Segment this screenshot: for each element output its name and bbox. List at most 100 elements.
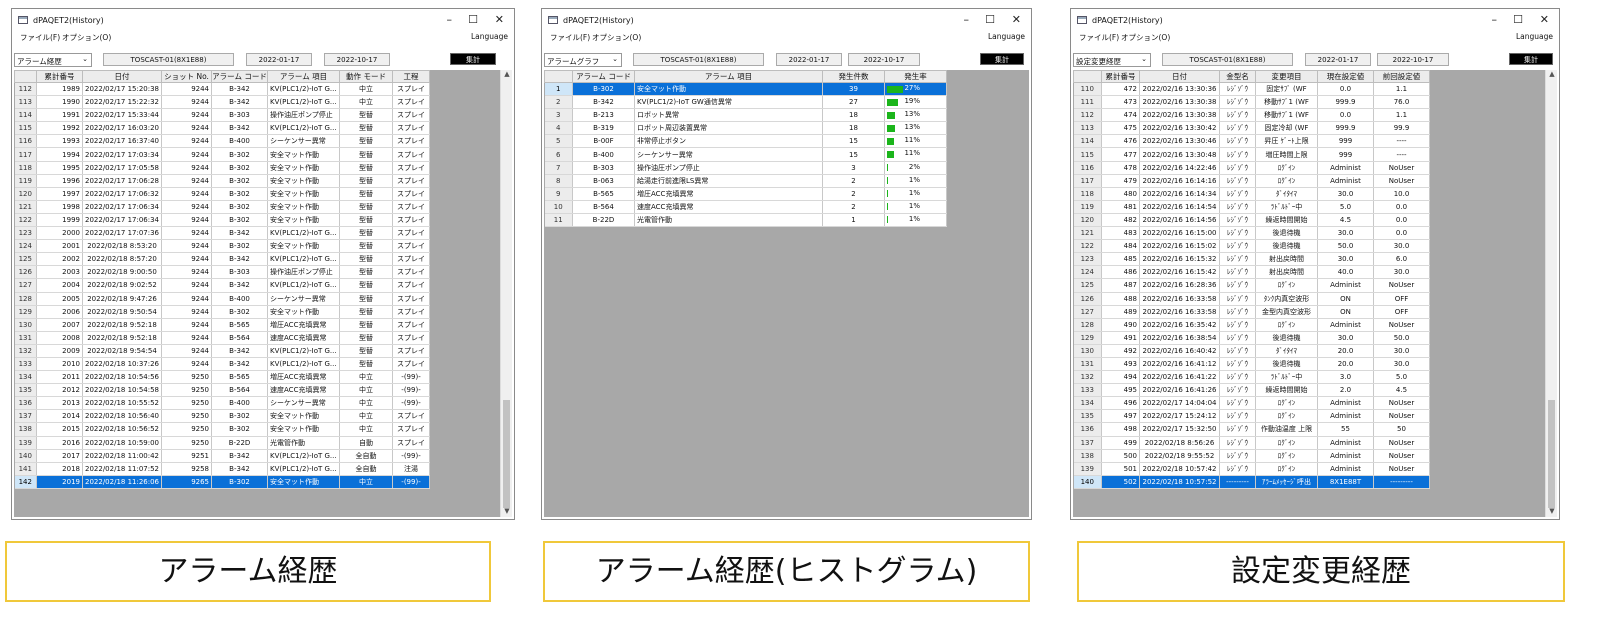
table-row[interactable]: 137 2014 2022/02/18 10:56:40 9250 B-302 安全マット… bbox=[14, 409, 431, 424]
column-header[interactable]: ショット No. bbox=[161, 70, 213, 83]
table-row[interactable]: 133 495 2022/02/16 16:41:26 ﾚｼﾞｿﾞｳ 繰返時間開始 2.0… bbox=[1073, 383, 1430, 398]
column-header[interactable]: 工程 bbox=[392, 70, 431, 83]
table-row[interactable]: 111 473 2022/02/16 13:30:38 ﾚｼﾞｿﾞｳ 移動ｻﾌﾞ1 (W… bbox=[1073, 95, 1430, 110]
table-row[interactable]: 118 480 2022/02/16 16:14:34 ﾚｼﾞｿﾞｳ ﾀﾞｲﾀｲﾏ 30.… bbox=[1073, 187, 1430, 201]
column-header[interactable]: 動作 モード bbox=[339, 70, 394, 83]
table-row[interactable]: 123 485 2022/02/16 16:15:32 ﾚｼﾞｿﾞｳ 射出戻時間 30.0… bbox=[1073, 252, 1430, 267]
column-header[interactable]: 前回設定値 bbox=[1373, 70, 1430, 83]
table-row[interactable]: 3 B-213 ロボット異常 18 13% bbox=[544, 108, 947, 123]
table-row[interactable]: 112 1989 2022/02/17 15:20:38 9244 B-342 KV(PL… bbox=[14, 82, 431, 97]
column-header[interactable]: 発生率 bbox=[884, 70, 947, 83]
maximize-button[interactable]: ☐ bbox=[985, 13, 995, 26]
table-row[interactable]: 113 475 2022/02/16 13:30:42 ﾚｼﾞｿﾞｳ 固定冷却 (WF 9… bbox=[1073, 121, 1430, 136]
table-row[interactable]: 8 B-063 給湯走行前進限LS異常 2 1% bbox=[544, 174, 947, 188]
table-row[interactable]: 134 2011 2022/02/18 10:54:56 9250 B-565 増圧ACC… bbox=[14, 370, 431, 385]
table-row[interactable]: 117 1994 2022/02/17 17:03:34 9244 B-302 安全マット… bbox=[14, 147, 431, 162]
date-to-field[interactable]: 2022-10-17 bbox=[324, 53, 390, 66]
vertical-scrollbar[interactable]: ▲ ▼ bbox=[500, 70, 512, 517]
table-row[interactable]: 129 2006 2022/02/18 9:50:54 9244 B-302 安全マット作… bbox=[14, 305, 431, 319]
table-row[interactable]: 142 2019 2022/02/18 11:26:06 9265 B-302 安全マット… bbox=[14, 475, 431, 489]
table-row[interactable]: 113 1990 2022/02/17 15:22:32 9244 B-342 KV(PL… bbox=[14, 95, 431, 110]
table-row[interactable]: 115 477 2022/02/16 13:30:48 ﾚｼﾞｿﾞｳ 増圧時間上限 999… bbox=[1073, 147, 1430, 162]
table-row[interactable]: 138 500 2022/02/18 9:55:52 ﾚｼﾞｿﾞｳ ﾛｸﾞｲﾝ Admin… bbox=[1073, 449, 1430, 463]
minimize-button[interactable]: – bbox=[447, 13, 453, 26]
table-row[interactable]: 139 2016 2022/02/18 10:59:00 9250 B-22D 光電管作動… bbox=[14, 436, 431, 450]
date-from-field[interactable]: 2022-01-17 bbox=[246, 53, 312, 66]
column-header[interactable]: 累計番号 bbox=[1101, 70, 1140, 83]
date-from-field[interactable]: 2022-01-17 bbox=[1305, 53, 1371, 66]
column-header[interactable]: 日付 bbox=[81, 70, 163, 83]
table-row[interactable]: 125 2002 2022/02/18 8:57:20 9244 B-342 KV(PLC… bbox=[14, 252, 431, 267]
table-row[interactable]: 120 1997 2022/02/17 17:06:32 9244 B-302 安全マット… bbox=[14, 187, 431, 201]
machine-field[interactable]: TOSCAST-01(8X1E88) bbox=[1162, 53, 1293, 66]
table-row[interactable]: 2 B-342 KV(PLC1/2)-IoT GW通信異常 27 19% bbox=[544, 95, 947, 110]
table-row[interactable]: 133 2010 2022/02/18 10:37:26 9244 B-342 KV(PL… bbox=[14, 357, 431, 372]
table-row[interactable]: 7 B-303 操作油圧ポンプ停止 3 2% bbox=[544, 161, 947, 175]
column-header[interactable]: アラーム コード bbox=[211, 70, 269, 83]
column-header[interactable]: 金型名 bbox=[1219, 70, 1256, 83]
scroll-thumb[interactable] bbox=[1548, 400, 1555, 508]
table-row[interactable]: 125 487 2022/02/16 16:28:36 ﾚｼﾞｿﾞｳ ﾛｸﾞｲﾝ Admi… bbox=[1073, 278, 1430, 293]
table-row[interactable]: 129 491 2022/02/16 16:38:54 ﾚｼﾞｿﾞｳ 後退待機 30.0 5… bbox=[1073, 331, 1430, 345]
column-header[interactable]: 日付 bbox=[1139, 70, 1220, 83]
table-row[interactable]: 110 472 2022/02/16 13:30:36 ﾚｼﾞｿﾞｳ 固定ｻﾌﾞ (WF… bbox=[1073, 82, 1430, 97]
column-header[interactable]: アラーム 項目 bbox=[267, 70, 341, 83]
table-row[interactable]: 119 481 2022/02/16 16:14:54 ﾚｼﾞｿﾞｳ ﾗﾄﾞﾙﾄﾞｰ中 5… bbox=[1073, 200, 1430, 214]
table-row[interactable]: 11 B-22D 光電管作動 1 1% bbox=[544, 213, 947, 228]
table-row[interactable]: 117 479 2022/02/16 16:14:16 ﾚｼﾞｿﾞｳ ﾛｸﾞｲﾝ Admi… bbox=[1073, 174, 1430, 188]
table-row[interactable]: 140 2017 2022/02/18 11:00:42 9251 B-342 KV(PL… bbox=[14, 449, 431, 463]
table-row[interactable]: 1 B-302 安全マット作動 39 27% bbox=[544, 82, 947, 97]
close-button[interactable]: ✕ bbox=[1012, 13, 1021, 26]
menu-file[interactable]: ファイル(F) bbox=[20, 32, 60, 43]
view-select[interactable]: アラーム経歴 ⌄ bbox=[14, 53, 92, 67]
table-row[interactable]: 121 483 2022/02/16 16:15:00 ﾚｼﾞｿﾞｳ 後退待機 30.0 0… bbox=[1073, 226, 1430, 241]
table-row[interactable]: 127 2004 2022/02/18 9:02:52 9244 B-342 KV(PLC… bbox=[14, 278, 431, 293]
table-row[interactable]: 122 484 2022/02/16 16:15:02 ﾚｼﾞｿﾞｳ 後退待機 50.0 3… bbox=[1073, 239, 1430, 254]
table-row[interactable]: 5 B-00F 非常停止ボタン 15 11% bbox=[544, 134, 947, 149]
scroll-up-icon[interactable]: ▲ bbox=[501, 70, 513, 80]
date-to-field[interactable]: 2022-10-17 bbox=[1377, 53, 1449, 66]
table-row[interactable]: 9 B-565 増圧ACC充填異常 2 1% bbox=[544, 187, 947, 201]
date-from-field[interactable]: 2022-01-17 bbox=[776, 53, 842, 66]
table-row[interactable]: 116 1993 2022/02/17 16:37:40 9244 B-400 シーケンサ… bbox=[14, 134, 431, 149]
table-row[interactable]: 124 2001 2022/02/18 8:53:20 9244 B-302 安全マット作… bbox=[14, 239, 431, 254]
view-select[interactable]: 設定変更経歴 ⌄ bbox=[1073, 53, 1151, 67]
column-header[interactable]: アラーム 項目 bbox=[634, 70, 823, 83]
view-select[interactable]: アラームグラフ ⌄ bbox=[544, 53, 622, 67]
minimize-button[interactable]: – bbox=[964, 13, 970, 26]
date-to-field[interactable]: 2022-10-17 bbox=[848, 53, 920, 66]
table-row[interactable]: 135 2012 2022/02/18 10:54:58 9250 B-564 速度ACC… bbox=[14, 383, 431, 398]
table-row[interactable]: 115 1992 2022/02/17 16:03:20 9244 B-342 KV(PL… bbox=[14, 121, 431, 136]
table-row[interactable]: 6 B-400 シーケンサー異常 15 11% bbox=[544, 147, 947, 162]
column-header[interactable]: アラーム コード bbox=[572, 70, 635, 83]
menu-option[interactable]: オプション(O) bbox=[1121, 32, 1170, 43]
table-row[interactable]: 128 490 2022/02/16 16:35:42 ﾚｼﾞｿﾞｳ ﾛｸﾞｲﾝ Admi… bbox=[1073, 318, 1430, 332]
table-row[interactable]: 122 1999 2022/02/17 17:06:34 9244 B-302 安全マット… bbox=[14, 213, 431, 228]
table-row[interactable]: 140 502 2022/02/18 10:57:52 --------- ｱﾗｰﾑﾒｯ… bbox=[1073, 475, 1430, 489]
table-row[interactable]: 112 474 2022/02/16 13:30:38 ﾚｼﾞｿﾞｳ 移動ｻﾌﾞ1 (W… bbox=[1073, 108, 1430, 123]
table-row[interactable]: 132 494 2022/02/16 16:41:22 ﾚｼﾞｿﾞｳ ﾗﾄﾞﾙﾄﾞｰ中 3… bbox=[1073, 370, 1430, 385]
menu-option[interactable]: オプション(O) bbox=[62, 32, 111, 43]
table-row[interactable]: 141 2018 2022/02/18 11:07:52 9258 B-342 KV(PL… bbox=[14, 462, 431, 476]
table-row[interactable]: 134 496 2022/02/17 14:04:04 ﾚｼﾞｿﾞｳ ﾛｸﾞｲﾝ Admi… bbox=[1073, 396, 1430, 411]
machine-field[interactable]: TOSCAST-01(8X1E88) bbox=[103, 53, 234, 66]
table-row[interactable]: 131 2008 2022/02/18 9:52:18 9244 B-564 速度ACC充… bbox=[14, 331, 431, 345]
close-button[interactable]: ✕ bbox=[495, 13, 504, 26]
table-row[interactable]: 138 2015 2022/02/18 10:56:52 9250 B-302 安全マット… bbox=[14, 422, 431, 437]
column-header[interactable]: 累計番号 bbox=[36, 70, 83, 83]
scroll-down-icon[interactable]: ▼ bbox=[1546, 507, 1558, 517]
table-row[interactable]: 10 B-564 速度ACC充填異常 2 1% bbox=[544, 200, 947, 214]
table-row[interactable]: 136 2013 2022/02/18 10:55:52 9250 B-400 シーケンサ… bbox=[14, 396, 431, 411]
vertical-scrollbar[interactable]: ▲ ▼ bbox=[1545, 70, 1557, 517]
table-row[interactable]: 114 1991 2022/02/17 15:33:44 9244 B-303 操作油圧ポ… bbox=[14, 108, 431, 123]
menu-language[interactable]: Language bbox=[1516, 32, 1553, 41]
menu-option[interactable]: オプション(O) bbox=[592, 32, 641, 43]
table-row[interactable]: 130 2007 2022/02/18 9:52:18 9244 B-565 増圧ACC充… bbox=[14, 318, 431, 332]
table-row[interactable]: 127 489 2022/02/16 16:33:58 ﾚｼﾞｿﾞｳ 金型内真空波形 ON… bbox=[1073, 305, 1430, 319]
table-row[interactable]: 126 488 2022/02/16 16:33:58 ﾚｼﾞｿﾞｳ ﾀﾝｸ内真空波形 O… bbox=[1073, 292, 1430, 306]
table-row[interactable]: 121 1998 2022/02/17 17:06:34 9244 B-302 安全マット… bbox=[14, 200, 431, 214]
table-row[interactable]: 137 499 2022/02/18 8:56:26 ﾚｼﾞｿﾞｳ ﾛｸﾞｲﾝ Admin… bbox=[1073, 436, 1430, 450]
table-row[interactable]: 124 486 2022/02/16 16:15:42 ﾚｼﾞｿﾞｳ 射出戻時間 40.0… bbox=[1073, 265, 1430, 280]
close-button[interactable]: ✕ bbox=[1540, 13, 1549, 26]
sum-button[interactable]: 集計 bbox=[450, 53, 496, 65]
